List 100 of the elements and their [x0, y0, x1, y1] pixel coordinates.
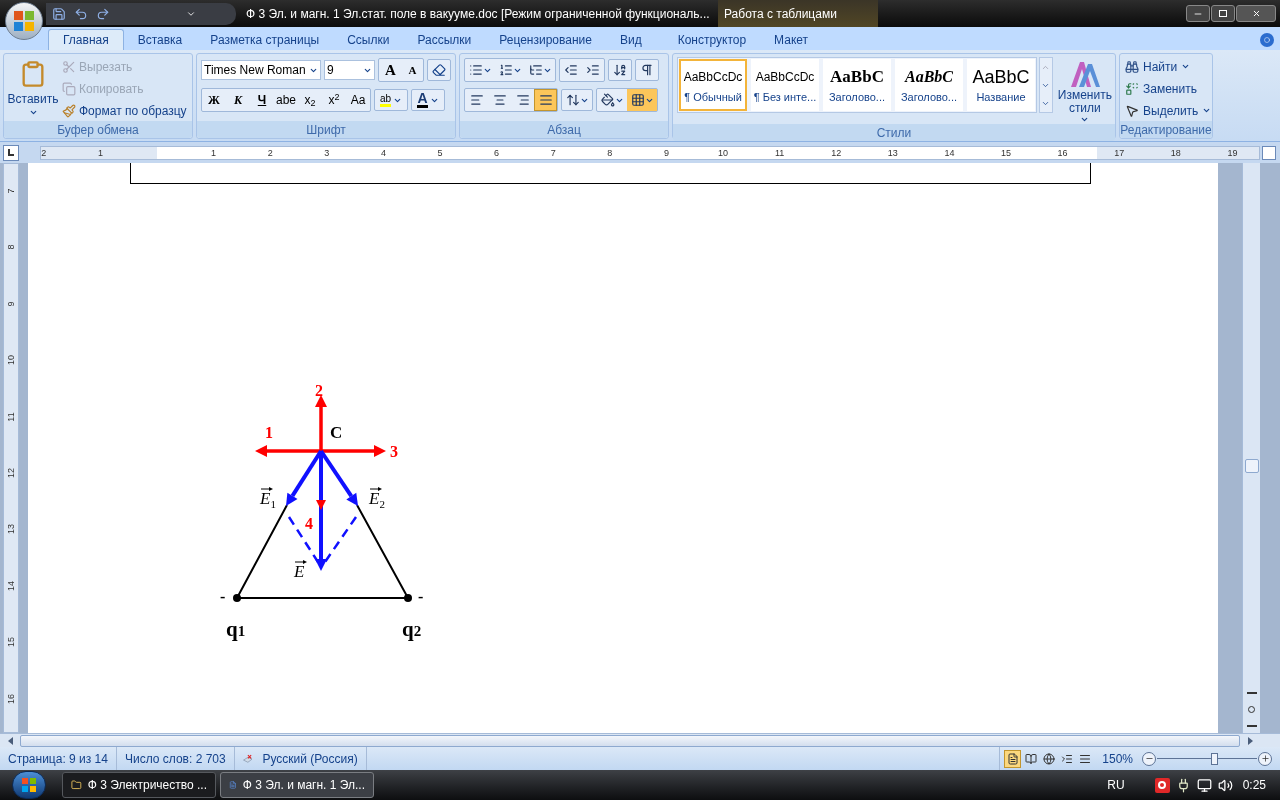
style-gallery-item[interactable]: AaBbC Заголово...	[823, 59, 891, 111]
tab-selector[interactable]	[3, 144, 19, 161]
ruler-number: 18	[1170, 146, 1181, 159]
ribbon-tab[interactable]: Ссылки	[333, 29, 404, 50]
borders-button[interactable]	[627, 89, 657, 111]
style-gallery-item[interactable]: AaBbC Заголово...	[895, 59, 963, 111]
taskbar-button[interactable]: Ф 3 Эл. и магн. 1 Эл...	[220, 772, 374, 798]
show-marks-button[interactable]	[635, 59, 659, 81]
ruler-number: 19	[1227, 146, 1238, 159]
sort-icon	[613, 63, 627, 77]
ruler-number: 8	[607, 146, 613, 159]
ribbon-tab[interactable]: Вид	[605, 29, 656, 50]
styles-letters-icon	[1068, 59, 1101, 89]
view-ruler-icon[interactable]	[1262, 145, 1276, 160]
zoom-in-button[interactable]	[1258, 751, 1272, 766]
restore-icon	[1219, 10, 1227, 17]
paste-button[interactable]: Вставить	[4, 54, 62, 121]
format-button[interactable]: Aa	[346, 89, 370, 111]
ruler-number: 15	[6, 636, 16, 650]
editing-command[interactable]: Найти	[1125, 57, 1212, 76]
paint-bucket-icon	[600, 93, 615, 107]
group-title: Абзац	[547, 121, 581, 139]
ruler-number: 3	[324, 146, 330, 159]
direction-number: 3	[390, 443, 398, 460]
zoom-level[interactable]: 150%	[1102, 749, 1133, 768]
font-color-button[interactable]: A	[411, 89, 445, 111]
line-spacing-button[interactable]	[561, 89, 593, 111]
tray-app-icon[interactable]	[1154, 777, 1170, 793]
save-icon[interactable]	[52, 6, 66, 21]
font-size-field[interactable]: 9	[324, 60, 376, 80]
align-button[interactable]	[534, 89, 557, 111]
scroll-thumb[interactable]	[1244, 459, 1259, 473]
sort-button[interactable]	[608, 59, 632, 81]
pilcrow-icon	[640, 63, 654, 77]
ribbon-tab[interactable]: Рецензирование	[485, 29, 606, 50]
numbered-list-icon	[498, 63, 513, 77]
format-button[interactable]: x$_{2}$	[298, 89, 322, 111]
taskbar-button[interactable]: Ф 3 Электричество ...	[62, 772, 216, 798]
network-icon[interactable]	[1196, 777, 1212, 793]
ribbon-tab[interactable]: Рассылки	[403, 29, 486, 50]
redo-icon[interactable]	[96, 6, 110, 21]
ruler-number: 8	[6, 243, 16, 252]
vector-label: E	[294, 560, 307, 581]
style-gallery-item[interactable]: AaBbCcDc ¶ Обычный	[679, 59, 747, 111]
format-button[interactable]: Ж	[202, 89, 226, 111]
office-logo-icon	[13, 10, 35, 32]
view-icon	[1078, 752, 1091, 765]
ribbon-tab[interactable]: Макет	[760, 29, 823, 50]
volume-icon[interactable]	[1217, 777, 1233, 793]
office-button[interactable]	[5, 2, 43, 40]
vertical-ruler[interactable]: 7 8 9 10 11 12 13 14 15 16	[3, 163, 19, 733]
editing-command[interactable]: Выделить	[1125, 101, 1212, 120]
help-icon[interactable]	[1260, 33, 1274, 47]
shrink-font-button[interactable]: A	[401, 59, 424, 81]
style-gallery-item[interactable]: AaBbC Название	[967, 59, 1035, 111]
format-button[interactable]: x$^{2}$	[322, 89, 346, 111]
format-button[interactable]: К	[226, 89, 250, 111]
ribbon-tab[interactable]: Конструктор	[663, 29, 761, 50]
ruler-number: 2	[41, 146, 47, 159]
restore-button[interactable]	[1211, 5, 1235, 22]
zoom-out-button[interactable]	[1142, 751, 1156, 766]
style-gallery-item[interactable]: AaBbCcDc ¶ Без инте...	[751, 59, 819, 111]
ribbon-tab[interactable]: Вставка	[123, 29, 197, 50]
ribbon-tab[interactable]: Разметка страницы	[196, 29, 334, 50]
zoom-slider-thumb[interactable]	[1211, 752, 1218, 765]
input-language[interactable]: RU	[1107, 776, 1125, 794]
window-title: Ф 3 Эл. и магн. 1 Эл.стат. поле в вакууме.doc [Режим ограниченной функциональ...	[246, 5, 711, 23]
highlight-button[interactable]: ab	[374, 89, 408, 111]
language-indicator[interactable]: Русский (Россия)	[262, 749, 358, 768]
editing-command[interactable]: Заменить	[1125, 79, 1212, 98]
ruler-number: 16	[6, 692, 16, 706]
view-icon	[1024, 752, 1037, 765]
ruler-number: 1	[211, 146, 217, 159]
ruler-number: 17	[1114, 146, 1125, 159]
view-button[interactable]	[1004, 749, 1022, 768]
direction-number: 4	[305, 515, 313, 532]
ruler-number: 12	[6, 467, 16, 480]
font-name-field[interactable]: Times New Roman	[201, 60, 322, 80]
ruler-number: 14	[6, 579, 16, 593]
ribbon-tab[interactable]: Главная	[48, 29, 124, 50]
format-button[interactable]: Ч	[250, 89, 274, 111]
clipboard-command[interactable]: Формат по образцу	[62, 101, 187, 120]
ruler-number: 9	[6, 300, 16, 309]
ruler-number: 14	[944, 146, 955, 159]
scissors-icon	[62, 59, 76, 74]
ruler-number: 13	[887, 146, 898, 159]
clock[interactable]: 0:25	[1242, 776, 1266, 794]
start-button[interactable]	[12, 771, 46, 799]
undo-icon[interactable]	[74, 6, 88, 21]
horizontal-ruler[interactable]: 2 1 1 2 3 4 5 6 7 8 9 10 11 12 13 14 15 16 17 18 19	[40, 145, 1260, 160]
change-styles-button[interactable]: Изменить стили	[1054, 57, 1115, 124]
zoom-slider[interactable]	[1157, 751, 1257, 766]
ruler-number: 5	[437, 146, 443, 159]
clear-format-button[interactable]	[427, 59, 451, 81]
ruler-number: 4	[380, 146, 386, 159]
format-button[interactable]: abe	[274, 89, 298, 111]
grow-font-button[interactable]: A	[379, 59, 402, 81]
horizontal-scroll-thumb[interactable]	[20, 734, 1240, 747]
charge-sign: -	[220, 588, 226, 605]
caret-icon	[1202, 106, 1212, 115]
